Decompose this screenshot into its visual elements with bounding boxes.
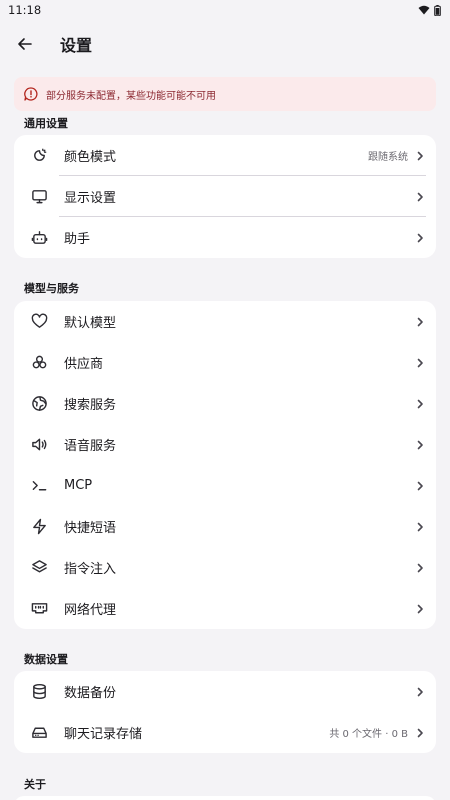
setting-label: 供应商 [64, 357, 104, 372]
chevron-right-icon [414, 480, 426, 492]
layers-icon [30, 559, 48, 577]
setting-item-search-service[interactable]: 搜索服务 [14, 383, 436, 424]
status-time: 11:18 [8, 3, 42, 17]
chevron-right-icon [414, 686, 426, 698]
setting-value: 跟随系统 [368, 152, 408, 163]
globe-icon [30, 395, 48, 413]
general-settings-card: 颜色模式 跟随系统 显示设置 助手 [14, 135, 436, 258]
network-icon [30, 600, 48, 618]
setting-item-display[interactable]: 显示设置 [14, 176, 436, 217]
wifi-icon [418, 5, 430, 15]
chevron-right-icon [414, 150, 426, 162]
setting-label: 搜索服务 [64, 398, 117, 413]
setting-item-color-mode[interactable]: 颜色模式 跟随系统 [14, 135, 436, 176]
chevron-right-icon [414, 357, 426, 369]
setting-item-quick-phrases[interactable]: 快捷短语 [14, 506, 436, 547]
section-title-data: 数据设置 [24, 653, 68, 666]
zap-icon [30, 518, 48, 536]
section-title-general: 通用设置 [24, 117, 68, 130]
terminal-icon [30, 477, 48, 495]
theme-icon [30, 147, 48, 165]
setting-label: 语音服务 [64, 439, 117, 454]
status-icons [418, 4, 441, 16]
setting-item-prompt-injection[interactable]: 指令注入 [14, 547, 436, 588]
battery-icon [434, 4, 441, 16]
chevron-right-icon [414, 232, 426, 244]
chevron-right-icon [414, 521, 426, 533]
heart-icon [30, 313, 48, 331]
chevron-right-icon [414, 562, 426, 574]
setting-label: 显示设置 [64, 191, 117, 206]
setting-item-chat-storage[interactable]: 聊天记录存储 共 0 个文件 · 0 B [14, 712, 436, 753]
setting-label: 快捷短语 [64, 521, 117, 536]
setting-item-mcp[interactable]: MCP [14, 465, 436, 506]
warning-text: 部分服务未配置，某些功能可能不可用 [46, 90, 216, 102]
bot-icon [30, 229, 48, 247]
speaker-icon [30, 436, 48, 454]
back-button[interactable] [12, 31, 38, 57]
warning-banner: 部分服务未配置，某些功能可能不可用 [14, 77, 436, 111]
setting-label: 颜色模式 [64, 150, 117, 165]
about-card [14, 796, 436, 800]
setting-label: 网络代理 [64, 603, 117, 618]
section-title-about: 关于 [24, 778, 46, 791]
chevron-right-icon [414, 603, 426, 615]
setting-label: MCP [64, 478, 93, 493]
status-bar: 11:18 [0, 0, 450, 20]
models-services-card: 默认模型 供应商 搜索服务 语音服务 MCP 快捷短语 指令注入 网络代理 [14, 301, 436, 629]
setting-item-providers[interactable]: 供应商 [14, 342, 436, 383]
chevron-right-icon [414, 316, 426, 328]
app-bar: 设置 [0, 20, 450, 68]
monitor-icon [30, 188, 48, 206]
setting-label: 数据备份 [64, 686, 117, 701]
setting-item-voice-service[interactable]: 语音服务 [14, 424, 436, 465]
chevron-right-icon [414, 727, 426, 739]
setting-item-assistant[interactable]: 助手 [14, 217, 436, 258]
setting-value: 共 0 个文件 · 0 B [329, 729, 408, 740]
boxes-icon [30, 354, 48, 372]
alert-icon [24, 87, 38, 101]
page-title: 设置 [60, 36, 93, 55]
database-icon [30, 683, 48, 701]
setting-label: 指令注入 [64, 562, 117, 577]
drive-icon [30, 724, 48, 742]
arrow-left-icon [18, 38, 32, 50]
setting-item-default-model[interactable]: 默认模型 [14, 301, 436, 342]
setting-item-network-proxy[interactable]: 网络代理 [14, 588, 436, 629]
chevron-right-icon [414, 398, 426, 410]
data-settings-card: 数据备份 聊天记录存储 共 0 个文件 · 0 B [14, 671, 436, 753]
chevron-right-icon [414, 191, 426, 203]
chevron-right-icon [414, 439, 426, 451]
setting-label: 默认模型 [64, 316, 117, 331]
section-title-models: 模型与服务 [24, 282, 79, 295]
setting-item-backup[interactable]: 数据备份 [14, 671, 436, 712]
setting-label: 聊天记录存储 [64, 727, 143, 742]
setting-label: 助手 [64, 232, 91, 247]
